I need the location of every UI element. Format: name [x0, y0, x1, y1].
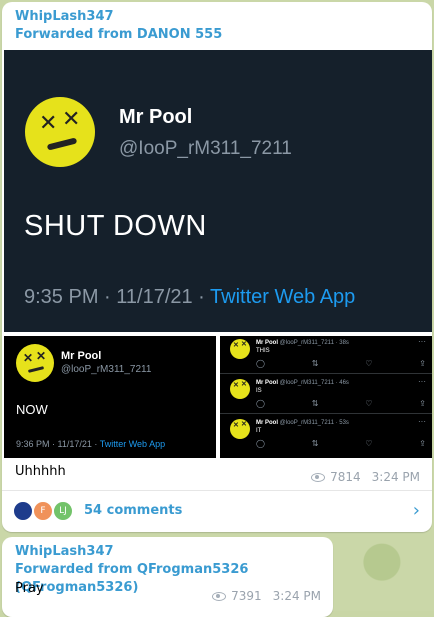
message-time: 3:24 PM: [272, 589, 321, 603]
more-icon: ···: [418, 417, 426, 426]
heart-icon: ♡: [365, 439, 373, 448]
view-count: 7391: [231, 589, 262, 603]
avatar: ✕ ✕: [230, 339, 250, 359]
tweet-time: 9:36 PM · 11/17/21 ·: [16, 439, 100, 449]
thread-reply: ✕ ✕ Mr Pool @looP_rM311_7211 · 53s IT ··…: [220, 416, 432, 453]
reply-author: Mr Pool: [256, 380, 278, 386]
tweet-actions: ◯ ⇅ ♡ ⇪: [256, 359, 426, 368]
more-icon: ···: [418, 377, 426, 386]
reply-meta: @looP_rM311_7211 · 46s: [279, 380, 349, 386]
sender-name[interactable]: WhipLash347: [15, 543, 320, 561]
avatar: ✕ ✕: [230, 379, 250, 399]
tweet-author-name: Mr Pool: [119, 106, 193, 128]
message-meta: 7391 3:24 PM: [212, 589, 321, 603]
tweet-author-name: Mr Pool: [61, 350, 102, 362]
message-meta: 7814 3:24 PM: [311, 470, 420, 484]
eye-icon: [311, 472, 326, 482]
tweet-app: Twitter Web App: [99, 439, 166, 449]
message-bubble[interactable]: WhipLash347 Forwarded from QFrogman5326 …: [2, 537, 333, 617]
tweet-screenshot-main[interactable]: ✕ ✕ Mr Pool @IooP_rM311_7211 SHUT DOWN 9…: [4, 50, 432, 332]
comments-label[interactable]: 54 comments: [84, 503, 182, 518]
heart-icon: ♡: [365, 359, 373, 368]
commenter-avatar: [12, 500, 34, 522]
tweet-screenshot-now[interactable]: ✕ ✕ Mr Pool @looP_rM311_7211 NOW 9:36 PM…: [4, 336, 216, 458]
eye-icon: [212, 591, 227, 601]
tweet-author-handle: @IooP_rM311_7211: [119, 138, 292, 159]
reply-author: Mr Pool: [256, 340, 278, 346]
reply-icon: ◯: [256, 399, 265, 408]
retweet-icon: ⇅: [311, 359, 319, 368]
avatar: ✕ ✕: [16, 344, 54, 382]
tweet-meta: 9:35 PM · 11/17/21 · Twitter Web App: [24, 286, 355, 309]
retweet-icon: ⇅: [311, 399, 319, 408]
commenter-avatar: F: [32, 500, 54, 522]
message-bubble[interactable]: WhipLash347 Forwarded from DANON 555 ✕ ✕…: [2, 2, 432, 532]
reply-text: THIS: [256, 348, 270, 354]
reply-icon: ◯: [256, 439, 265, 448]
avatar: ✕ ✕: [25, 97, 95, 167]
tweet-author-handle: @looP_rM311_7211: [61, 364, 152, 375]
share-icon: ⇪: [419, 439, 426, 448]
reply-author: Mr Pool: [256, 420, 278, 426]
heart-icon: ♡: [365, 399, 373, 408]
comments-button[interactable]: F LJ 54 comments ›: [2, 490, 432, 532]
message-text: Pray: [15, 581, 44, 596]
chevron-right-icon[interactable]: ›: [413, 500, 420, 521]
forwarded-from[interactable]: Forwarded from DANON 555: [15, 26, 419, 44]
thread-reply: ✕ ✕ Mr Pool @looP_rM311_7211 · 46s IS ··…: [220, 376, 432, 414]
tweet-text: NOW: [16, 402, 48, 417]
thread-reply: ✕ ✕ Mr Pool @looP_rM311_7211 · 38s THIS …: [220, 336, 432, 374]
share-icon: ⇪: [419, 399, 426, 408]
share-icon: ⇪: [419, 359, 426, 368]
more-icon: ···: [418, 337, 426, 346]
tweet-thread-screenshot[interactable]: ✕ ✕ Mr Pool @looP_rM311_7211 · 38s THIS …: [220, 336, 432, 458]
reply-text: IS: [256, 388, 262, 394]
tweet-actions: ◯ ⇅ ♡ ⇪: [256, 439, 426, 448]
reply-text: IT: [256, 428, 262, 434]
retweet-icon: ⇅: [311, 439, 319, 448]
message-text: Uhhhhh: [15, 464, 66, 479]
reply-icon: ◯: [256, 359, 265, 368]
tweet-text: SHUT DOWN: [24, 210, 207, 242]
tweet-app: Twitter Web App: [210, 286, 356, 308]
tweet-meta: 9:36 PM · 11/17/21 · Twitter Web App: [16, 439, 165, 449]
view-count: 7814: [330, 470, 361, 484]
tweet-actions: ◯ ⇅ ♡ ⇪: [256, 399, 426, 408]
message-time: 3:24 PM: [371, 470, 420, 484]
avatar: ✕ ✕: [230, 419, 250, 439]
tweet-time: 9:35 PM · 11/17/21 ·: [24, 286, 211, 308]
reply-meta: @looP_rM311_7211 · 53s: [279, 420, 349, 426]
reply-meta: @looP_rM311_7211 · 38s: [279, 340, 349, 346]
sender-name[interactable]: WhipLash347: [15, 8, 419, 26]
commenter-avatar: LJ: [52, 500, 74, 522]
